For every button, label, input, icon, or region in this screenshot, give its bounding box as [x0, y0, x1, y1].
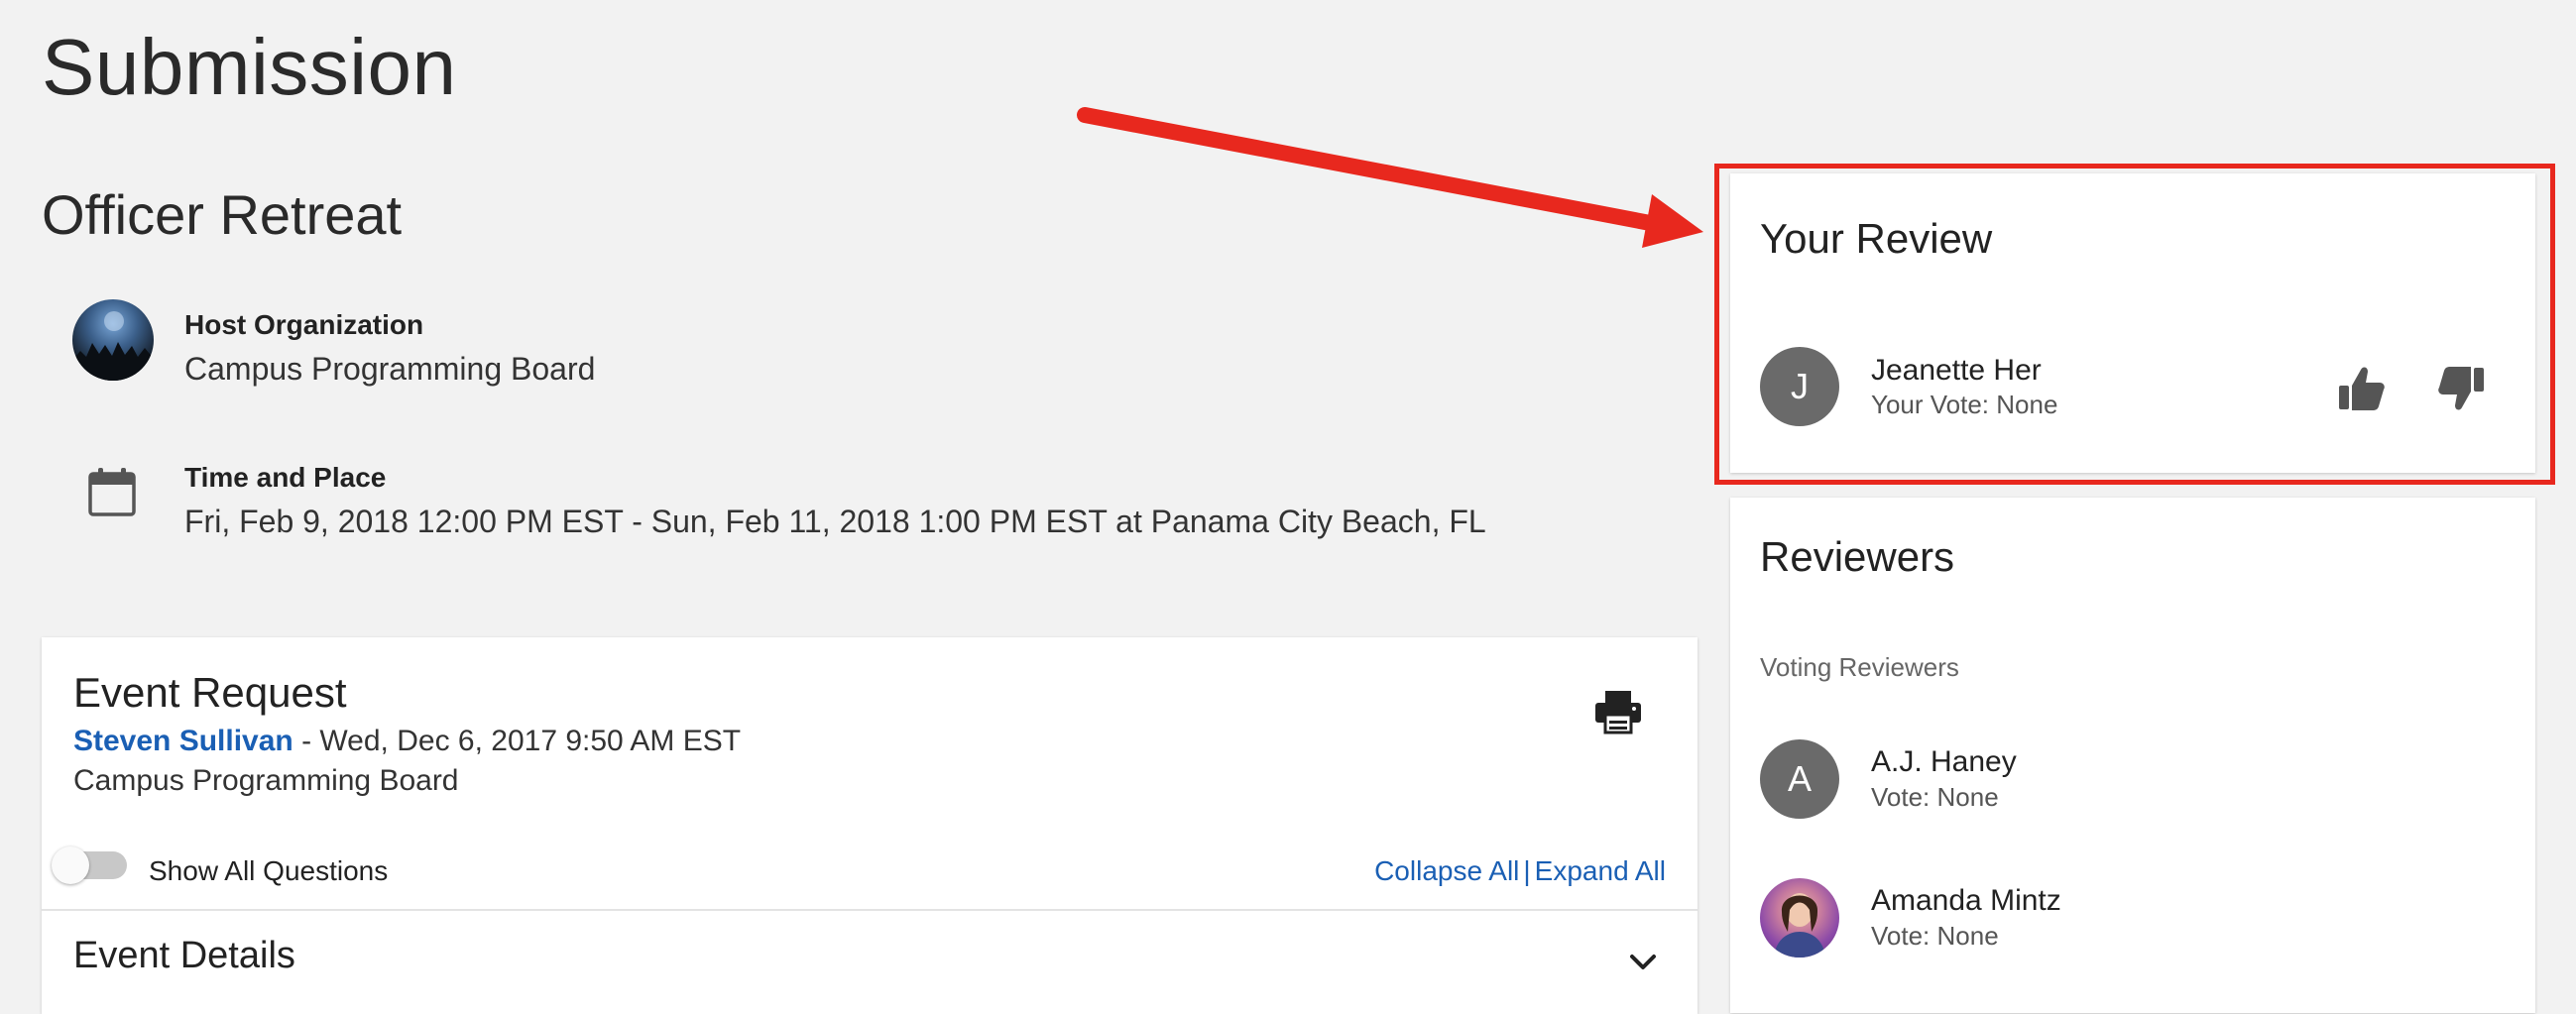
- event-request-meta: Steven Sullivan - Wed, Dec 6, 2017 9:50 …: [73, 725, 741, 758]
- event-details-section-title[interactable]: Event Details: [73, 935, 295, 977]
- toggle-knob: [52, 846, 89, 884]
- collapse-all-link[interactable]: Collapse All: [1374, 855, 1519, 886]
- reviewer-name: A.J. Haney: [1871, 745, 2017, 778]
- link-separator: |: [1523, 855, 1531, 886]
- divider: [42, 909, 1698, 911]
- reviewer-vote-status: Vote: None: [1871, 921, 1999, 951]
- event-name: Officer Retreat: [42, 183, 403, 246]
- annotation-arrow: [1077, 107, 1703, 248]
- event-request-card: Event Request Steven Sullivan - Wed, Dec…: [42, 637, 1698, 1014]
- event-request-org: Campus Programming Board: [73, 764, 459, 797]
- voting-reviewers-heading: Voting Reviewers: [1760, 652, 1959, 682]
- collapse-expand-links: Collapse All | Expand All: [1374, 855, 1666, 887]
- host-org-value: Campus Programming Board: [184, 351, 596, 387]
- host-org-label: Host Organization: [184, 309, 424, 340]
- reviewers-card: Reviewers Voting Reviewers A A.J. Haney …: [1730, 498, 2535, 1013]
- calendar-icon: [87, 466, 137, 517]
- time-place-label: Time and Place: [184, 462, 387, 493]
- author-link[interactable]: Steven Sullivan: [73, 725, 293, 757]
- chevron-down-icon[interactable]: [1628, 953, 1658, 972]
- print-icon[interactable]: [1593, 689, 1643, 734]
- reviewer-name: Amanda Mintz: [1871, 884, 2061, 917]
- time-place-value: Fri, Feb 9, 2018 12:00 PM EST - Sun, Feb…: [184, 504, 1486, 539]
- show-all-questions-toggle[interactable]: [52, 846, 127, 884]
- show-all-questions-label: Show All Questions: [149, 855, 389, 886]
- submitted-date: - Wed, Dec 6, 2017 9:50 AM EST: [293, 725, 742, 757]
- reviewers-title: Reviewers: [1760, 533, 1955, 580]
- avatar: [1760, 878, 1839, 958]
- reviewer-vote-status: Vote: None: [1871, 782, 1999, 812]
- avatar: A: [1760, 739, 1839, 819]
- event-request-title: Event Request: [73, 669, 347, 716]
- expand-all-link[interactable]: Expand All: [1535, 855, 1666, 886]
- annotation-highlight-box: [1714, 164, 2555, 485]
- page-title: Submission: [42, 23, 457, 111]
- host-org-avatar: [72, 299, 154, 381]
